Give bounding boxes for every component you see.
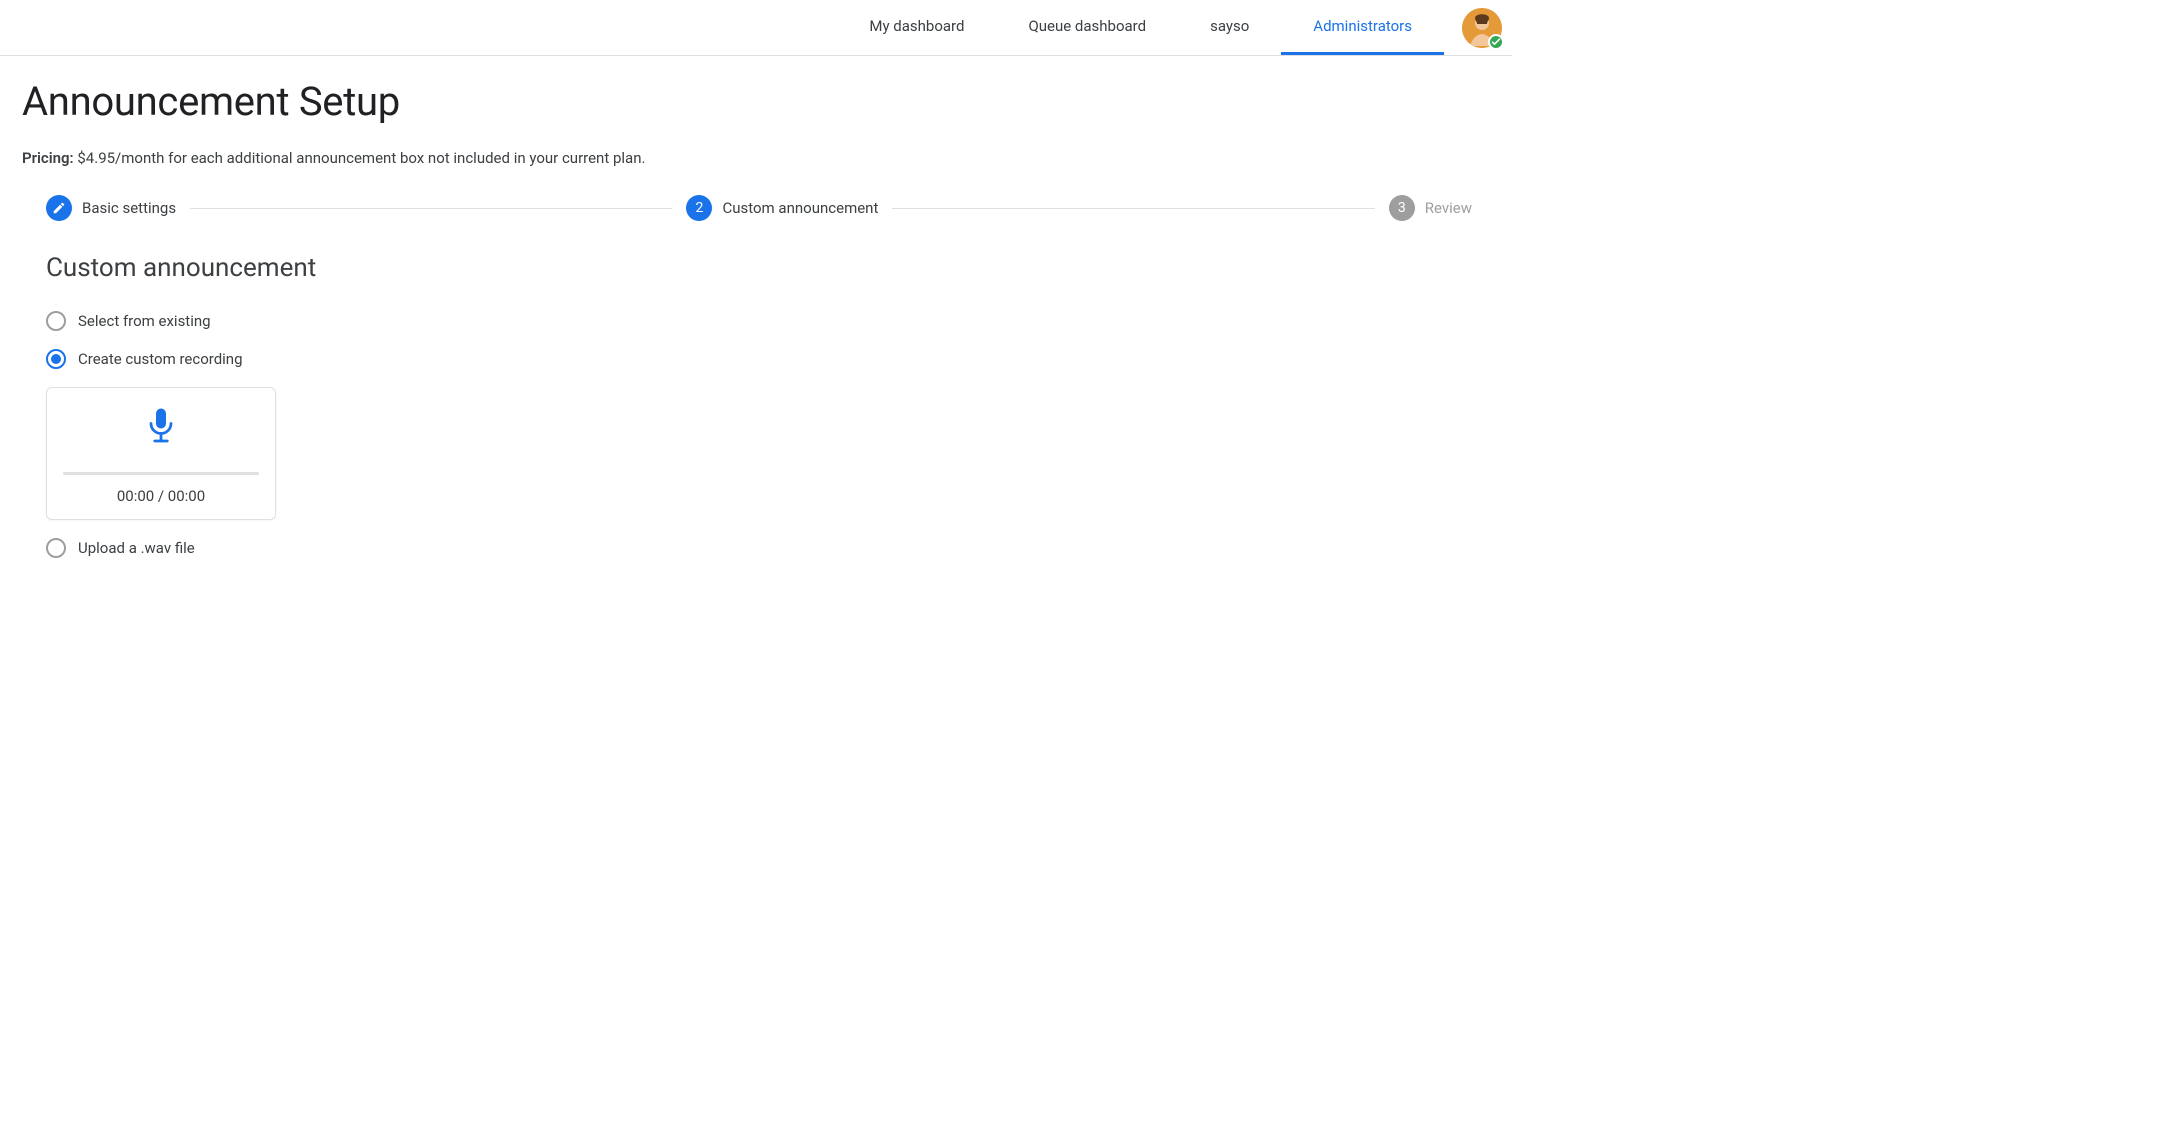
user-avatar[interactable] (1462, 8, 1502, 48)
step-number-icon: 3 (1389, 195, 1415, 221)
radio-icon (46, 349, 66, 369)
recording-progress[interactable] (63, 472, 259, 475)
pricing-text: $4.95/month for each additional announce… (77, 149, 645, 167)
recorder-card: 00:00 / 00:00 (46, 387, 276, 520)
step-review[interactable]: 3 Review (1389, 195, 1472, 221)
stepper: Basic settings 2 Custom announcement 3 R… (46, 195, 1472, 221)
step-label: Custom announcement (722, 199, 878, 217)
step-label: Basic settings (82, 199, 176, 217)
recording-options: Select from existing Create custom recor… (46, 311, 386, 558)
radio-icon (46, 538, 66, 558)
option-select-existing[interactable]: Select from existing (46, 311, 386, 331)
nav-queue-dashboard[interactable]: Queue dashboard (996, 0, 1178, 55)
step-label: Review (1425, 199, 1472, 217)
option-create-custom[interactable]: Create custom recording (46, 349, 386, 369)
pricing-line: Pricing: $4.95/month for each additional… (22, 149, 1490, 167)
option-label: Select from existing (78, 312, 211, 330)
top-bar: My dashboard Queue dashboard sayso Admin… (0, 0, 1512, 56)
step-divider (190, 208, 672, 209)
pencil-icon (46, 195, 72, 221)
option-label: Upload a .wav file (78, 539, 195, 557)
section-title: Custom announcement (46, 253, 1490, 283)
nav-sayso[interactable]: sayso (1178, 0, 1281, 55)
nav-my-dashboard[interactable]: My dashboard (837, 0, 996, 55)
microphone-icon[interactable] (146, 406, 176, 450)
status-check-icon (1488, 34, 1504, 50)
pricing-label: Pricing: (22, 149, 74, 167)
main-content: Announcement Setup Pricing: $4.95/month … (0, 56, 1512, 598)
option-upload-wav[interactable]: Upload a .wav file (46, 538, 386, 558)
option-label: Create custom recording (78, 350, 243, 368)
nav-administrators[interactable]: Administrators (1281, 0, 1444, 55)
step-number-icon: 2 (686, 195, 712, 221)
page-title: Announcement Setup (22, 78, 1490, 125)
top-nav: My dashboard Queue dashboard sayso Admin… (837, 0, 1444, 55)
step-basic-settings[interactable]: Basic settings (46, 195, 176, 221)
recording-time: 00:00 / 00:00 (117, 487, 205, 505)
radio-icon (46, 311, 66, 331)
step-divider (892, 208, 1374, 209)
step-custom-announcement[interactable]: 2 Custom announcement (686, 195, 878, 221)
